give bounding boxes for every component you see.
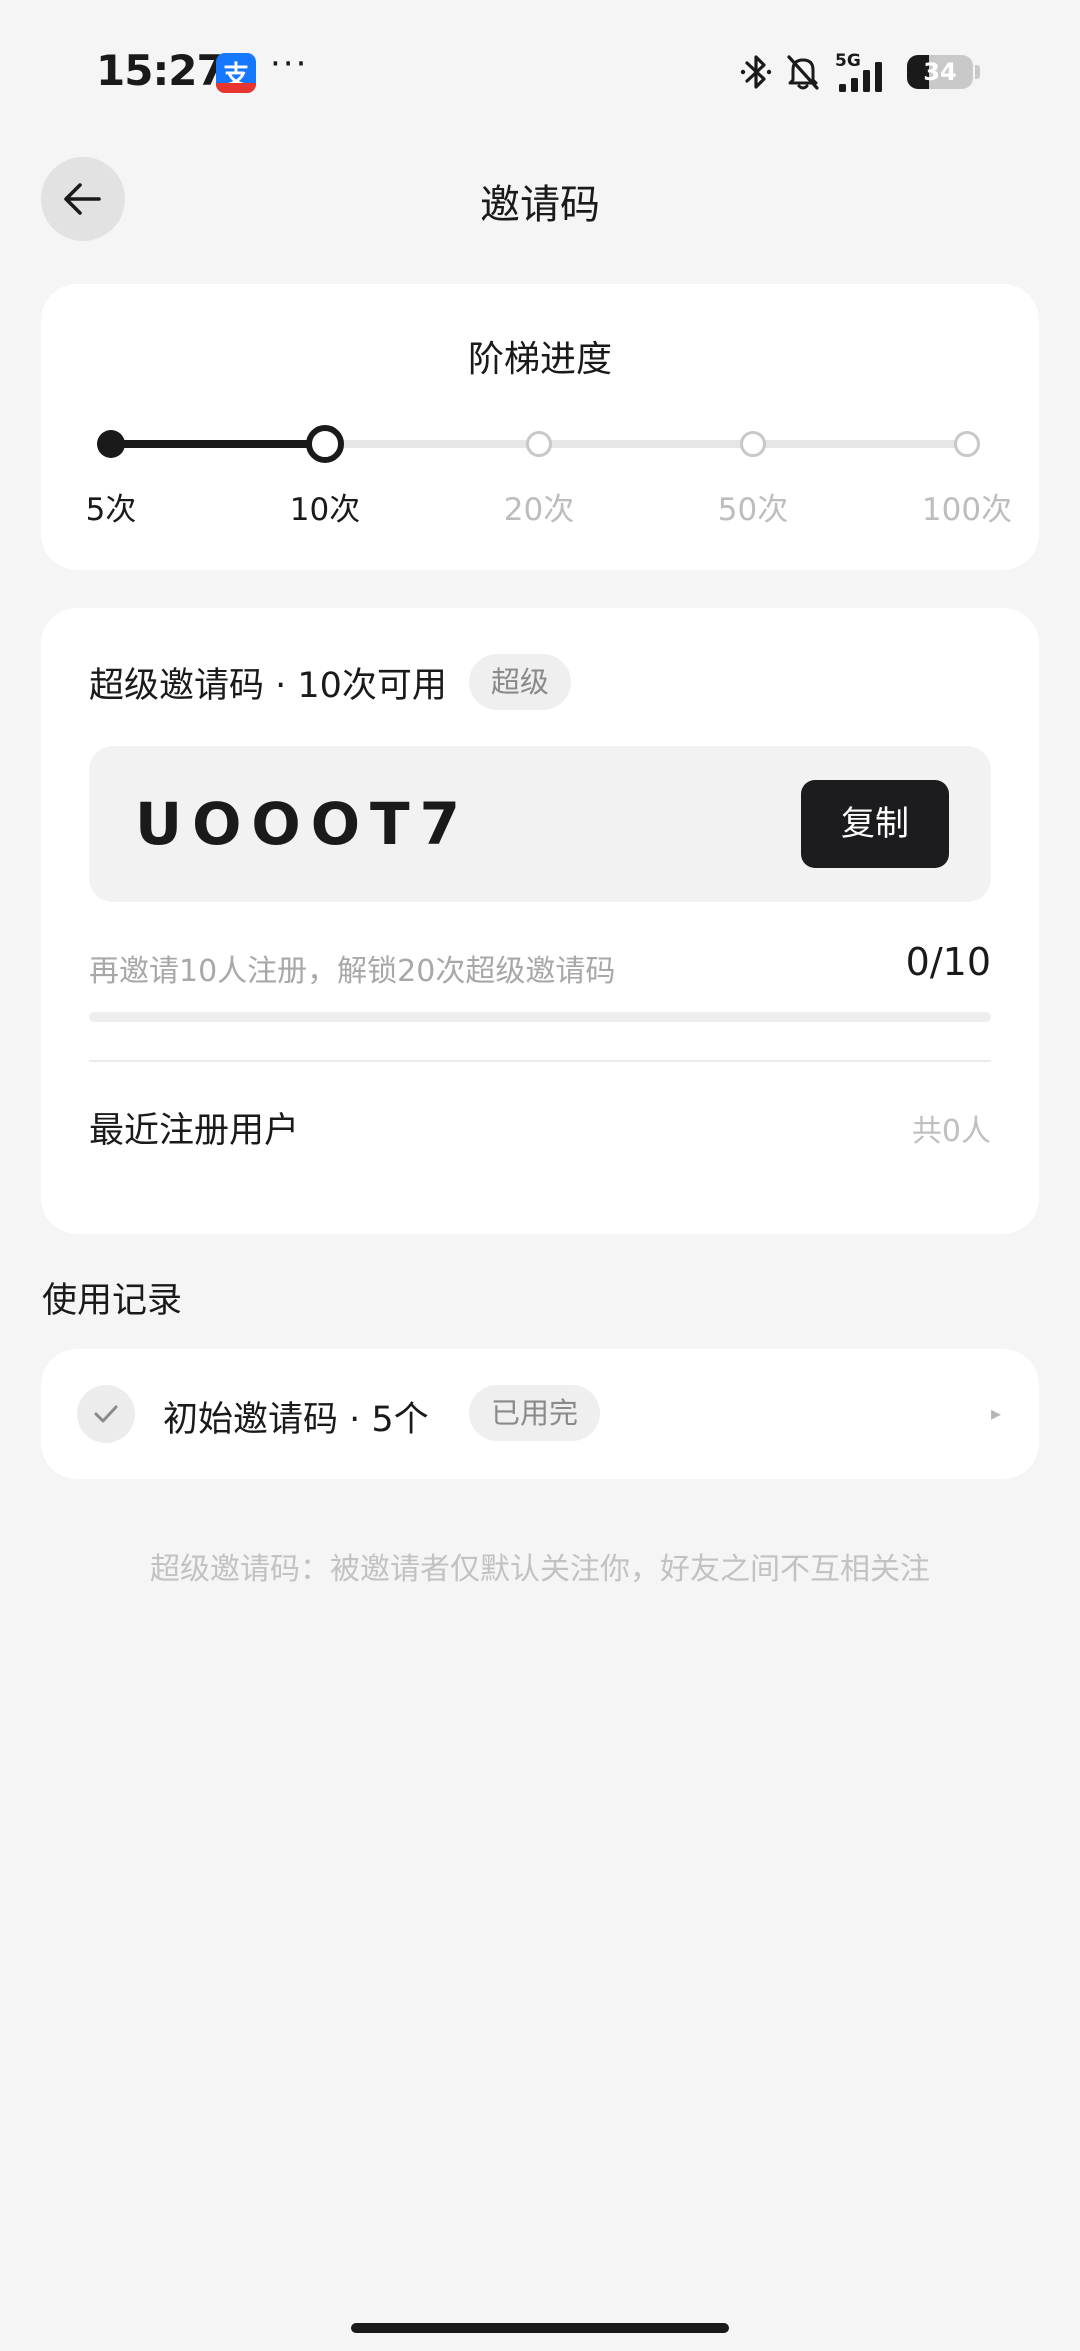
record-item[interactable]: 初始邀请码 · 5个 已用完 ▸	[41, 1349, 1039, 1479]
alipay-app-icon: 支	[216, 53, 256, 93]
tier-node	[740, 431, 766, 457]
status-time: 15:27	[96, 46, 226, 95]
divider	[89, 1060, 991, 1062]
network-type-label: 5G	[835, 51, 861, 71]
record-status-badge: 已用完	[469, 1385, 601, 1441]
unlock-hint: 再邀请10人注册，解锁20次超级邀请码	[89, 954, 616, 989]
mute-bell-icon	[787, 55, 819, 90]
tier-label: 5次	[85, 492, 137, 528]
tier-node	[97, 430, 125, 458]
bluetooth-icon	[740, 55, 772, 89]
unlock-count: 0/10	[905, 940, 991, 984]
status-icons: 5G 34	[739, 48, 980, 96]
invite-code-value: UOOOT7	[135, 790, 470, 858]
signal-5g-icon: 5G	[835, 51, 882, 92]
invite-code-card: 超级邀请码 · 10次可用 超级 UOOOT7 复制 再邀请10人注册，解锁20…	[41, 608, 1039, 1234]
battery-level: 34	[923, 58, 957, 86]
page-title: 邀请码	[480, 182, 600, 228]
unlock-progress-bar	[89, 1012, 991, 1022]
footer-note: 超级邀请码：被邀请者仅默认关注你，好友之间不互相关注	[150, 1552, 930, 1587]
progress-track-fill	[111, 440, 325, 448]
records-section-title: 使用记录	[42, 1281, 183, 1321]
code-title: 超级邀请码 · 10次可用	[89, 665, 447, 706]
progress-title: 阶梯进度	[467, 339, 612, 380]
code-header: 超级邀请码 · 10次可用 超级	[89, 654, 571, 710]
copy-button[interactable]: 复制	[801, 780, 949, 868]
tier-node	[526, 431, 552, 457]
tier-label: 100次	[921, 492, 1013, 528]
tier-progress-card: 阶梯进度 5次 10次 20次 50次 100次	[41, 284, 1039, 570]
expand-arrow-icon[interactable]: ▸	[991, 1401, 1001, 1425]
tier-label: 10次	[289, 492, 361, 528]
recent-users-count[interactable]: 共0人	[912, 1106, 991, 1150]
more-notifications-icon: ···	[270, 44, 309, 84]
home-indicator[interactable]	[351, 2323, 729, 2333]
tier-label: 50次	[717, 492, 789, 528]
record-label: 初始邀请码 · 5个	[163, 1400, 429, 1440]
battery-icon: 34	[907, 55, 973, 89]
recent-users-title: 最近注册用户	[89, 1111, 300, 1151]
tier-label: 20次	[503, 492, 575, 528]
code-box: UOOOT7 复制	[89, 746, 991, 902]
super-badge: 超级	[468, 654, 571, 710]
status-bar: 15:27 支 ··· 5G 34	[0, 0, 1080, 140]
tier-node	[306, 425, 344, 463]
check-icon	[77, 1385, 135, 1443]
tier-node	[954, 431, 980, 457]
